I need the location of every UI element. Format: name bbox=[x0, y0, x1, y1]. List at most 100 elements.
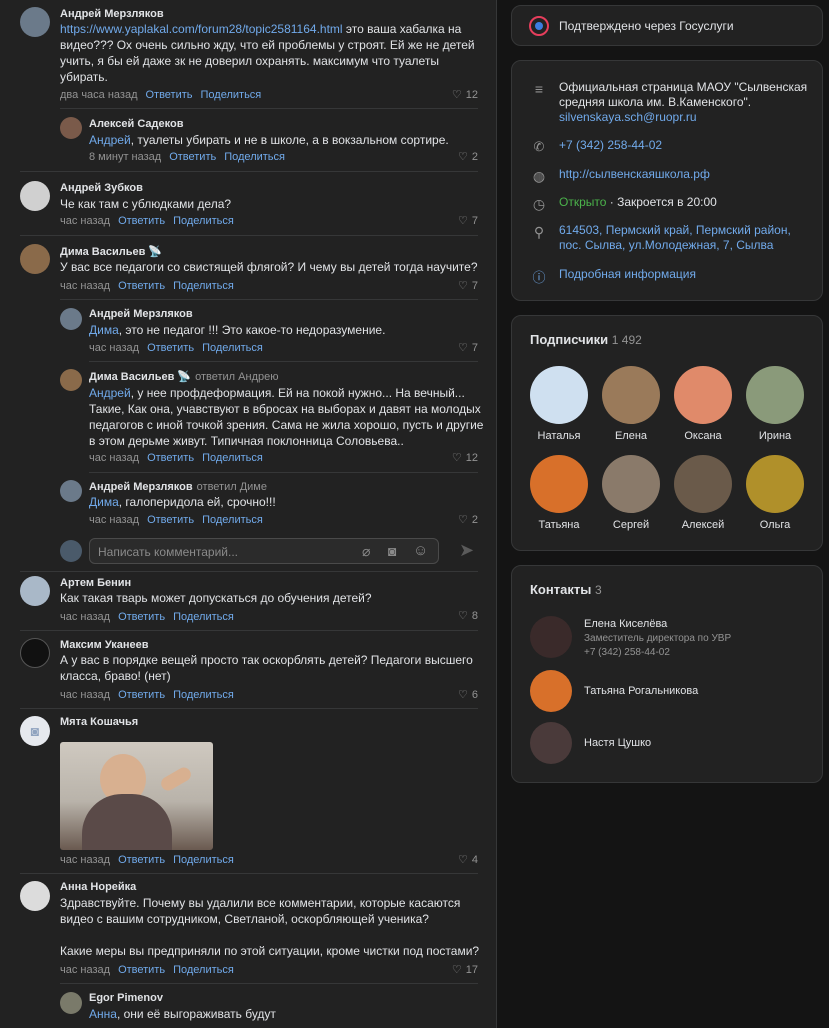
info-site-row[interactable]: ◍ http://сылвенскаяшкола.рф bbox=[530, 167, 710, 185]
comment-photo[interactable] bbox=[60, 742, 213, 850]
subscribers-title[interactable]: Подписчики 1 492 bbox=[530, 332, 642, 347]
comment-author[interactable]: Анна Норейка bbox=[60, 881, 136, 893]
reply-button[interactable]: Ответить bbox=[118, 689, 165, 701]
gosuslugi-card[interactable]: Подтверждено через Госуслуги bbox=[511, 5, 823, 46]
subscriber-name[interactable]: Ольга bbox=[735, 519, 815, 531]
avatar[interactable] bbox=[20, 7, 50, 37]
contact-name[interactable]: Татьяна Рогальникова bbox=[584, 685, 698, 697]
like-button[interactable]: ♡ 6 bbox=[458, 688, 478, 702]
reply-button[interactable]: Ответить bbox=[118, 611, 165, 623]
subscriber-name[interactable]: Оксана bbox=[663, 430, 743, 442]
avatar[interactable] bbox=[60, 992, 82, 1014]
reply-button[interactable]: Ответить bbox=[118, 280, 165, 292]
reply-button[interactable]: Ответить bbox=[147, 452, 194, 464]
comment-link[interactable]: https://www.yaplakal.com/forum28/topic25… bbox=[60, 22, 343, 36]
contact-name[interactable]: Елена Киселёва bbox=[584, 618, 667, 630]
contacts-title[interactable]: Контакты 3 bbox=[530, 582, 602, 597]
avatar[interactable] bbox=[20, 244, 50, 274]
avatar[interactable] bbox=[20, 638, 50, 668]
my-avatar[interactable] bbox=[60, 540, 82, 562]
comment-author[interactable]: Андрей Мерзляков bbox=[89, 308, 193, 320]
camera-icon[interactable]: ◙ bbox=[388, 543, 396, 559]
share-button[interactable]: Поделиться bbox=[202, 342, 263, 354]
reply-button[interactable]: Ответить bbox=[169, 151, 216, 163]
avatar[interactable] bbox=[20, 181, 50, 211]
info-address-row[interactable]: ⚲ 614503, Пермский край, Пермский район,… bbox=[530, 223, 809, 253]
subscriber-avatar[interactable] bbox=[746, 366, 804, 424]
like-button[interactable]: ♡ 17 bbox=[452, 963, 478, 977]
info-phone-row[interactable]: ✆ +7 (342) 258-44-02 bbox=[530, 138, 663, 156]
avatar[interactable] bbox=[20, 576, 50, 606]
subscriber-avatar[interactable] bbox=[746, 455, 804, 513]
contact-avatar[interactable] bbox=[530, 722, 572, 764]
share-button[interactable]: Поделиться bbox=[201, 89, 262, 101]
subscriber-name[interactable]: Елена bbox=[591, 430, 671, 442]
share-button[interactable]: Поделиться bbox=[173, 611, 234, 623]
like-button[interactable]: ♡ 7 bbox=[458, 279, 478, 293]
subscriber-name[interactable]: Татьяна bbox=[519, 519, 599, 531]
subscriber-avatar[interactable] bbox=[530, 366, 588, 424]
subscriber-avatar[interactable] bbox=[674, 366, 732, 424]
subscriber-name[interactable]: Наталья bbox=[519, 430, 599, 442]
avatar[interactable] bbox=[60, 117, 82, 139]
contact-name[interactable]: Настя Цушко bbox=[584, 737, 651, 749]
subscriber-name[interactable]: Сергей bbox=[591, 519, 671, 531]
share-button[interactable]: Поделиться bbox=[173, 280, 234, 292]
attach-icon[interactable]: ⌀ bbox=[362, 543, 370, 560]
reply-button[interactable]: Ответить bbox=[147, 514, 194, 526]
like-button[interactable]: ♡ 12 bbox=[452, 88, 478, 102]
info-hours-row[interactable]: ◷ Открыто · Закроется в 20:00 bbox=[530, 195, 717, 213]
share-button[interactable]: Поделиться bbox=[173, 215, 234, 227]
subscriber-avatar[interactable] bbox=[602, 455, 660, 513]
like-button[interactable]: ♡ 2 bbox=[458, 150, 478, 164]
info-address[interactable]: 614503, Пермский край, Пермский район, п… bbox=[559, 223, 809, 253]
contact-avatar[interactable] bbox=[530, 616, 572, 658]
share-button[interactable]: Поделиться bbox=[173, 689, 234, 701]
avatar[interactable] bbox=[60, 369, 82, 391]
like-button[interactable]: ♡ 8 bbox=[458, 609, 478, 623]
share-button[interactable]: Поделиться bbox=[173, 964, 234, 976]
avatar[interactable]: ◙ bbox=[20, 716, 50, 746]
avatar[interactable] bbox=[20, 881, 50, 911]
info-phone[interactable]: +7 (342) 258-44-02 bbox=[559, 138, 662, 153]
comment-author[interactable]: Egor Pimenov bbox=[89, 992, 163, 1004]
comment-input[interactable]: Написать комментарий... ⌀ ◙ ☺ bbox=[89, 538, 439, 564]
contact-avatar[interactable] bbox=[530, 670, 572, 712]
share-button[interactable]: Поделиться bbox=[202, 452, 263, 464]
comment-author[interactable]: Андрей Мерзляков ответил Диме bbox=[89, 481, 267, 493]
reply-button[interactable]: Ответить bbox=[118, 215, 165, 227]
info-more-link[interactable]: Подробная информация bbox=[559, 267, 696, 282]
comment-author[interactable]: Максим Уканеев bbox=[60, 639, 149, 651]
info-site[interactable]: http://сылвенскаяшкола.рф bbox=[559, 167, 710, 182]
subscriber-avatar[interactable] bbox=[602, 366, 660, 424]
like-button[interactable]: ♡ 2 bbox=[458, 513, 478, 527]
avatar[interactable] bbox=[60, 308, 82, 330]
reply-button[interactable]: Ответить bbox=[118, 964, 165, 976]
share-button[interactable]: Поделиться bbox=[173, 854, 234, 866]
like-button[interactable]: ♡ 7 bbox=[458, 341, 478, 355]
subscriber-name[interactable]: Алексей bbox=[663, 519, 743, 531]
info-more-row[interactable]: ⓘ Подробная информация bbox=[530, 267, 696, 285]
reply-button[interactable]: Ответить bbox=[145, 89, 192, 101]
reply-button[interactable]: Ответить bbox=[147, 342, 194, 354]
emoji-icon[interactable]: ☺ bbox=[413, 542, 428, 559]
subscriber-avatar[interactable] bbox=[530, 455, 588, 513]
comment-author[interactable]: Дима Васильев 📡 bbox=[60, 245, 162, 258]
comment-time[interactable]: два часа назад bbox=[60, 89, 137, 101]
share-button[interactable]: Поделиться bbox=[224, 151, 285, 163]
like-button[interactable]: ♡ 4 bbox=[458, 853, 478, 867]
comment-author[interactable]: Андрей Зубков bbox=[60, 182, 143, 194]
comment-author[interactable]: Мята Кошачья bbox=[60, 716, 138, 728]
like-button[interactable]: ♡ 7 bbox=[458, 214, 478, 228]
comment-author[interactable]: Артем Бенин bbox=[60, 577, 131, 589]
comment-author[interactable]: Алексей Садеков bbox=[89, 118, 183, 130]
comment-author[interactable]: Дима Васильев 📡 ответил Андрею bbox=[89, 370, 278, 383]
subscriber-avatar[interactable] bbox=[674, 455, 732, 513]
avatar[interactable] bbox=[60, 480, 82, 502]
share-button[interactable]: Поделиться bbox=[202, 514, 263, 526]
like-button[interactable]: ♡ 12 bbox=[452, 451, 478, 465]
reply-button[interactable]: Ответить bbox=[118, 854, 165, 866]
info-email[interactable]: silvenskaya.sch@ruopr.ru bbox=[559, 110, 697, 124]
send-icon[interactable]: ➤ bbox=[459, 540, 474, 561]
comment-author[interactable]: Андрей Мерзляков bbox=[60, 8, 164, 20]
